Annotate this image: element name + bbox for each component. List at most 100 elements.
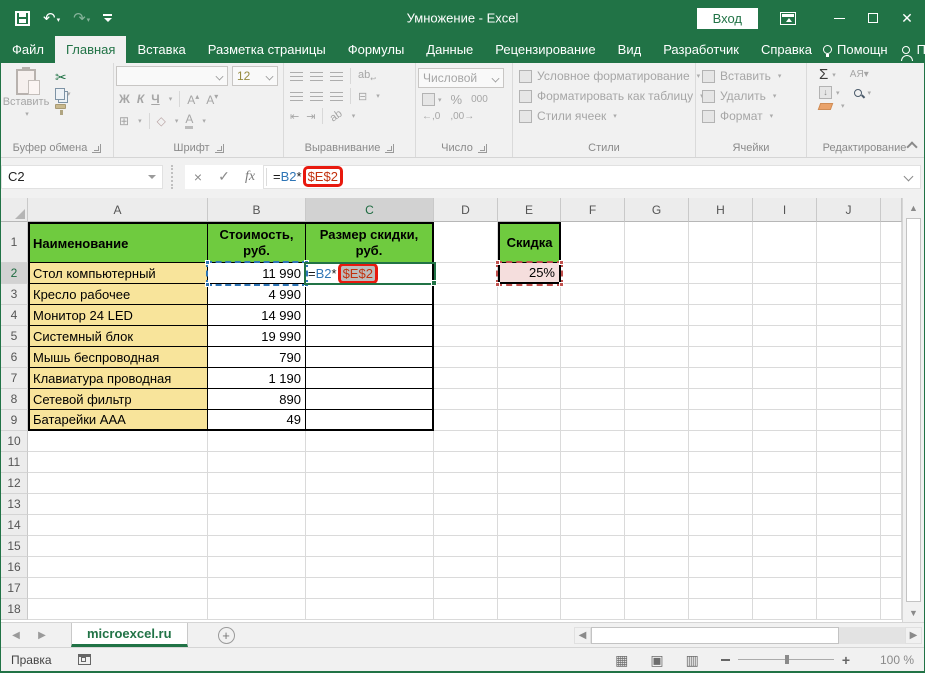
zoom-slider-thumb[interactable] [785,655,789,664]
number-format-select[interactable]: Числовой [418,68,504,88]
row-header-2[interactable]: 2 [1,263,28,284]
accounting-format-icon[interactable] [422,93,435,106]
cell-A14[interactable] [28,515,208,536]
cell-J11[interactable] [817,452,881,473]
cell-H1[interactable] [689,222,753,263]
cell-J1[interactable] [817,222,881,263]
cell-G17[interactable] [625,578,689,599]
cell-I9[interactable] [753,410,817,431]
cell-E1[interactable]: Скидка [498,222,561,263]
column-header-B[interactable]: B [208,198,306,222]
grow-font-button[interactable]: А▴ [187,92,199,107]
cell-I15[interactable] [753,536,817,557]
cell-F14[interactable] [561,515,625,536]
cell-B2[interactable]: 11 990 [208,263,306,284]
scroll-down-icon[interactable]: ▼ [903,603,924,622]
cell-C15[interactable] [306,536,434,557]
cell-D8[interactable] [434,389,498,410]
cell-F17[interactable] [561,578,625,599]
find-select-button[interactable]: ▾ [854,89,872,97]
cell-J4[interactable] [817,305,881,326]
cell-J12[interactable] [817,473,881,494]
assistant-button[interactable]: Помощн [823,42,888,57]
cell-H5[interactable] [689,326,753,347]
cell-partial-8[interactable] [881,389,902,410]
copy-button[interactable]: ▾ [55,88,71,100]
cell-F6[interactable] [561,347,625,368]
cell-partial-9[interactable] [881,410,902,431]
row-header-12[interactable]: 12 [1,473,28,494]
cell-D11[interactable] [434,452,498,473]
cell-C7[interactable] [306,368,434,389]
save-icon[interactable] [15,11,30,26]
cell-J9[interactable] [817,410,881,431]
cell-partial-12[interactable] [881,473,902,494]
cell-I12[interactable] [753,473,817,494]
cell-H12[interactable] [689,473,753,494]
cell-J16[interactable] [817,557,881,578]
cell-A10[interactable] [28,431,208,452]
align-bottom-icon[interactable] [330,72,343,81]
namebox-dropdown-icon[interactable] [148,175,156,179]
autosum-button[interactable]: Σ [819,66,828,83]
column-header-H[interactable]: H [689,198,753,222]
cell-E10[interactable] [498,431,561,452]
cell-A2[interactable]: Стол компьютерный [28,263,208,284]
cell-H8[interactable] [689,389,753,410]
cancel-entry-button[interactable]: × [185,165,211,189]
zoom-level[interactable]: 100 % [872,653,914,667]
scroll-right-icon[interactable]: ▶ [905,627,922,644]
underline-button[interactable]: Ч [151,92,159,106]
font-name-select[interactable] [116,66,228,86]
cell-G14[interactable] [625,515,689,536]
wrap-text-button[interactable]: ab↩ [358,69,376,83]
cell-G8[interactable] [625,389,689,410]
sign-in-button[interactable]: Вход [697,8,758,29]
cell-I13[interactable] [753,494,817,515]
row-header-6[interactable]: 6 [1,347,28,368]
cell-G7[interactable] [625,368,689,389]
cell-J6[interactable] [817,347,881,368]
column-header-I[interactable]: I [753,198,817,222]
cell-F1[interactable] [561,222,625,263]
row-header-15[interactable]: 15 [1,536,28,557]
cell-G11[interactable] [625,452,689,473]
cell-A1[interactable]: Наименование [28,222,208,263]
increase-indent-icon[interactable]: ⇥ [306,110,315,123]
cell-I11[interactable] [753,452,817,473]
tab-formulas[interactable]: Формулы [337,36,416,63]
decrease-decimal-icon[interactable]: ,00→ [450,111,474,122]
number-dialog-launcher[interactable] [478,144,487,153]
cell-H14[interactable] [689,515,753,536]
cell-partial-7[interactable] [881,368,902,389]
comma-style-button[interactable]: 000 [471,94,488,105]
cell-G9[interactable] [625,410,689,431]
cell-B18[interactable] [208,599,306,620]
vertical-scrollbar[interactable]: ▲ ▼ [902,198,924,622]
cell-F9[interactable] [561,410,625,431]
align-middle-icon[interactable] [310,72,323,81]
cell-E5[interactable] [498,326,561,347]
cell-H7[interactable] [689,368,753,389]
cell-E9[interactable] [498,410,561,431]
cell-J3[interactable] [817,284,881,305]
cell-B17[interactable] [208,578,306,599]
cell-H16[interactable] [689,557,753,578]
column-header-A[interactable]: A [28,198,208,222]
cell-E15[interactable] [498,536,561,557]
column-header-C[interactable]: C [306,198,434,222]
cell-partial-14[interactable] [881,515,902,536]
cell-E11[interactable] [498,452,561,473]
cell-F13[interactable] [561,494,625,515]
cell-E17[interactable] [498,578,561,599]
cell-B15[interactable] [208,536,306,557]
borders-button[interactable]: ⊞ [119,114,129,128]
cell-H6[interactable] [689,347,753,368]
cell-G10[interactable] [625,431,689,452]
row-header-8[interactable]: 8 [1,389,28,410]
cell-H13[interactable] [689,494,753,515]
tab-review[interactable]: Рецензирование [484,36,606,63]
zoom-slider[interactable]: + [721,659,850,661]
cell-E7[interactable] [498,368,561,389]
cell-G1[interactable] [625,222,689,263]
